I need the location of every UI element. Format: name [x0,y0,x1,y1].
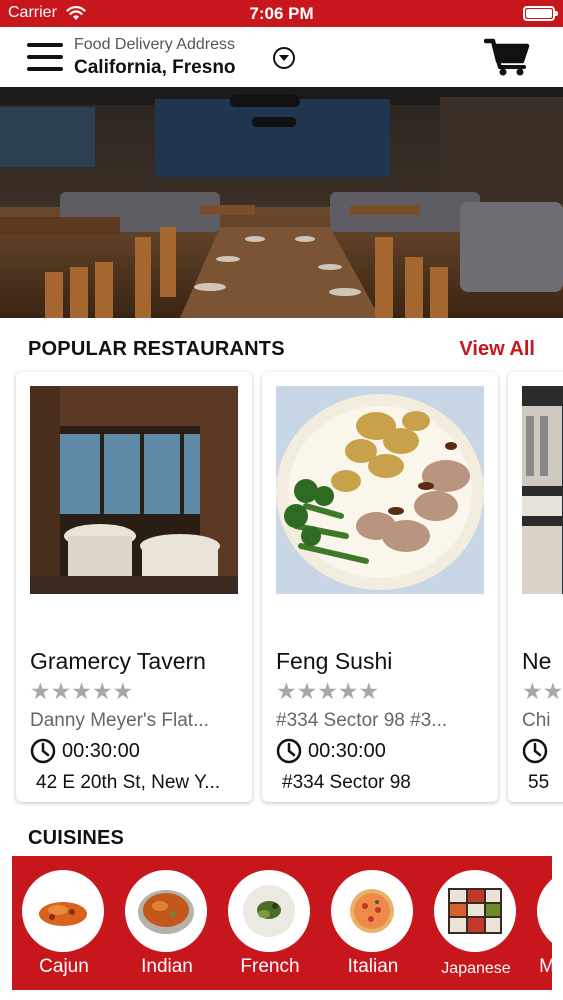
restaurant-name: Feng Sushi [276,648,393,674]
rating-stars: ★★★★★ [276,678,380,704]
restaurant-carousel[interactable]: Gramercy Tavern ★★★★★ Danny Meyer's Flat… [0,370,563,806]
cuisine-label: Italian [347,956,399,977]
clock-icon [30,738,56,764]
cuisine-item-partial[interactable]: M [537,870,552,990]
cuisine-image [434,870,516,952]
cuisine-label: Cajun [39,956,89,977]
restaurant-address: 55 [528,772,550,793]
delivery-time: 00:30:00 [62,740,140,762]
cuisine-item-italian[interactable]: Italian [331,870,415,990]
restaurant-image [30,386,238,594]
restaurant-card[interactable]: Gramercy Tavern ★★★★★ Danny Meyer's Flat… [16,372,252,802]
cuisine-image [22,870,104,952]
cuisine-label: M [539,956,552,977]
cuisine-image [537,870,552,952]
hero-restaurant-image [0,87,563,318]
restaurant-address: 42 E 20th St, New Y... [36,772,221,793]
popular-restaurants-title: POPULAR RESTAURANTS [28,338,285,360]
status-bar: Carrier 7:06 PM [0,0,563,27]
restaurant-card[interactable]: Ne ★★ Chi 55 [508,372,563,802]
cuisine-carousel[interactable]: Cajun Indian French Italian Japanese M [12,856,552,990]
cuisine-item-cajun[interactable]: Cajun [22,870,106,990]
cuisine-image [331,870,413,952]
restaurant-image [276,386,484,594]
chevron-down-circle-icon[interactable] [273,47,295,69]
cuisines-title: CUISINES [28,827,125,849]
restaurant-description: Danny Meyer's Flat... [30,710,209,731]
address-label: Food Delivery Address [74,36,235,53]
clock-icon [276,738,302,764]
restaurant-address: #334 Sector 98 [282,772,411,793]
rating-stars: ★★★★★ [30,678,134,704]
battery-icon [523,6,558,21]
cuisine-label: French [240,956,300,977]
shopping-cart-icon[interactable] [484,37,530,77]
view-all-link[interactable]: View All [459,338,535,361]
hamburger-menu-icon[interactable] [27,43,63,71]
restaurant-description: #334 Sector 98 #3... [276,710,448,731]
restaurant-card[interactable]: Feng Sushi ★★★★★ #334 Sector 98 #3... 00… [262,372,498,802]
cuisine-label: Indian [141,956,193,977]
cuisine-image [125,870,207,952]
app-header: Food Delivery Address California, Fresno [0,27,563,87]
restaurant-description: Chi [522,710,551,731]
restaurant-image [522,386,563,594]
delivery-time: 00:30:00 [308,740,386,762]
rating-stars: ★★ [522,678,563,704]
cuisine-item-indian[interactable]: Indian [125,870,209,990]
cuisine-item-french[interactable]: French [228,870,312,990]
address-value[interactable]: California, Fresno [74,57,236,79]
clock-icon [522,738,548,764]
cuisine-image [228,870,310,952]
restaurant-name: Ne [522,648,552,674]
status-time: 7:06 PM [249,4,314,23]
restaurant-name: Gramercy Tavern [30,648,206,674]
